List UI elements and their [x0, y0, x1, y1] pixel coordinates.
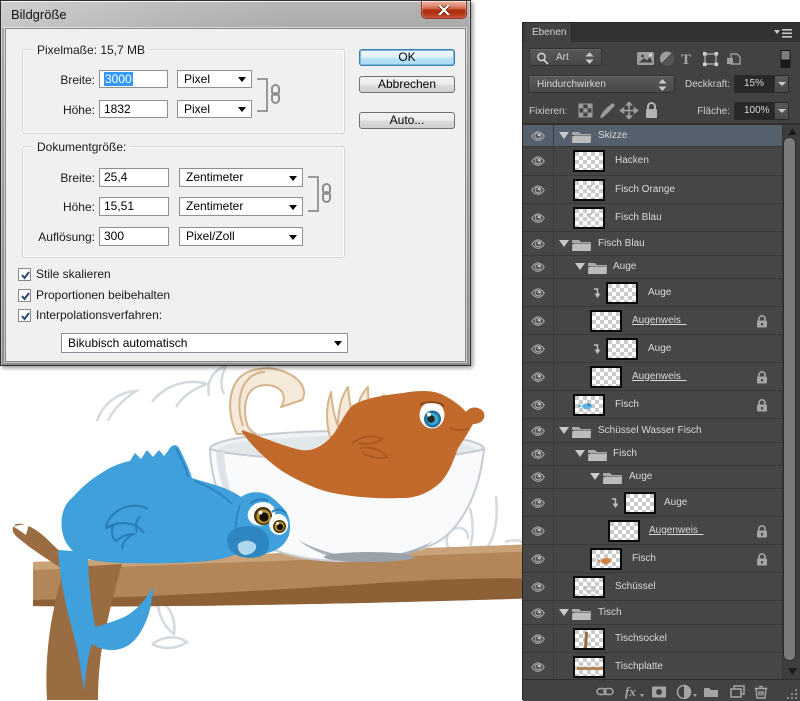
- svg-text:T: T: [681, 52, 691, 68]
- svg-text:fx: fx: [625, 684, 636, 699]
